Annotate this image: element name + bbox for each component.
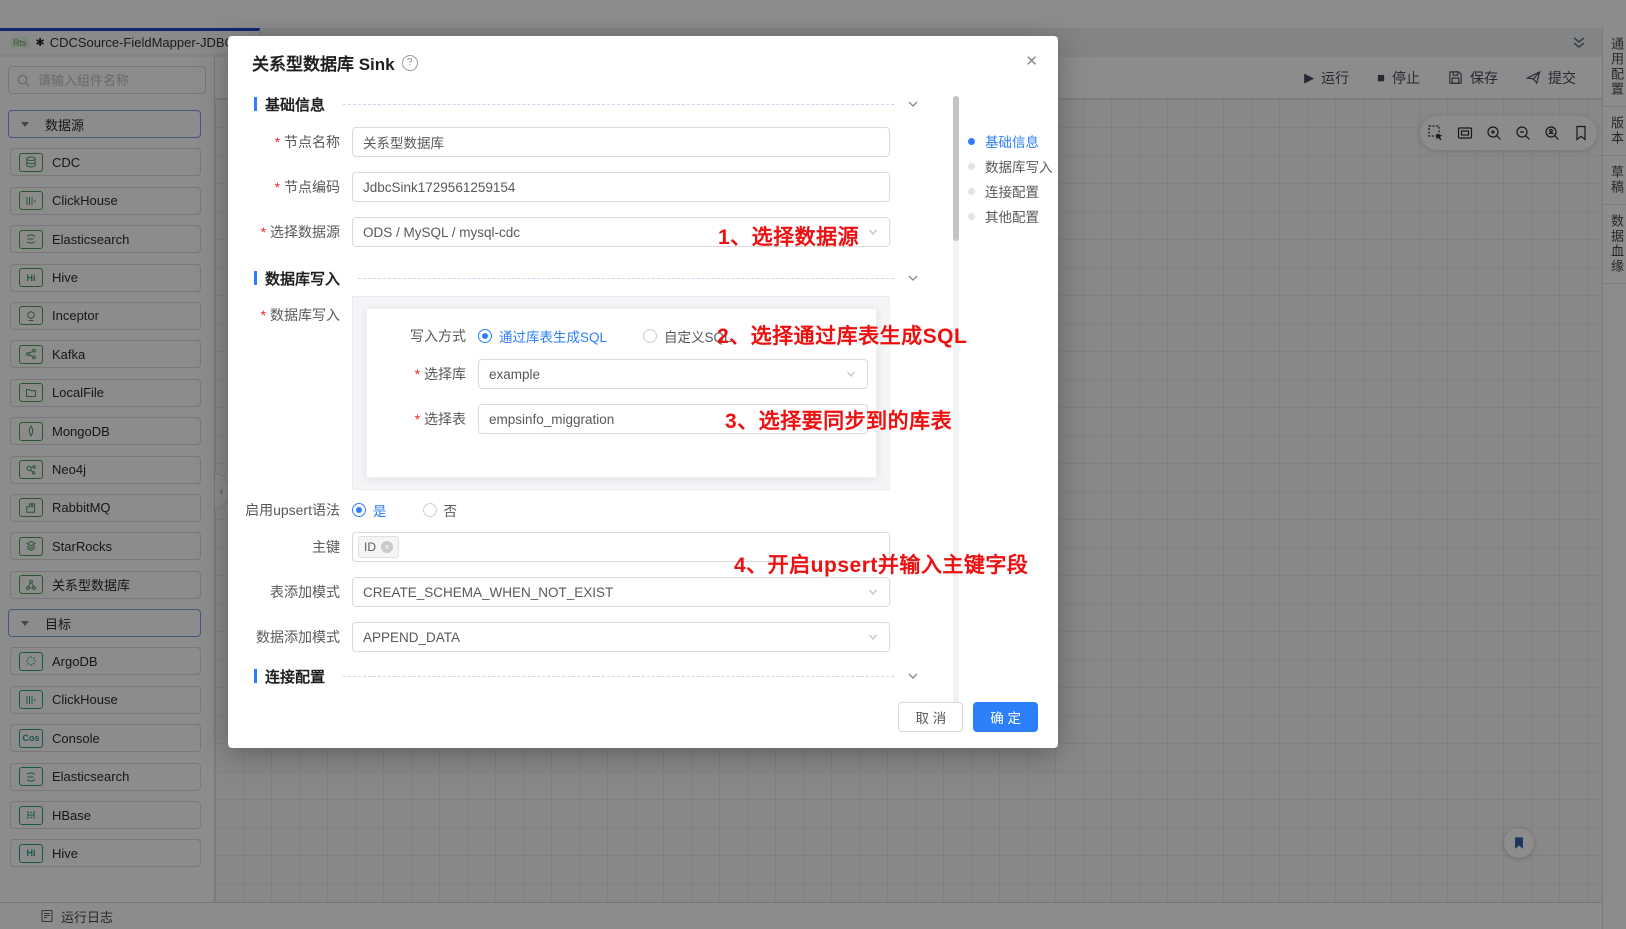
radio-custom-sql[interactable] xyxy=(643,329,657,343)
rdb-sink-dialog: 关系型数据库 Sink ? ✕ 基础信息 节点名称 关系型数据库 节点编码 Jd… xyxy=(228,36,1058,748)
annotation-step4: 4、开启upsert并输入主键字段 xyxy=(734,549,1028,579)
chevron-down-icon[interactable] xyxy=(906,271,920,285)
app-screen: Rts ✱ CDCSource-FieldMapper-JDBCSink ▶ 运… xyxy=(0,0,1626,929)
dialog-footer: 取 消 确 定 xyxy=(228,702,1038,732)
node-code-input[interactable]: JdbcSink1729561259154 xyxy=(352,172,890,202)
anchor-nav: 基础信息 数据库写入 连接配置 其他配置 xyxy=(968,131,1060,231)
help-circle-icon[interactable]: ? xyxy=(402,55,418,71)
field-write-mode: 写入方式 通过库表生成SQL 自定义SQL xyxy=(382,321,732,351)
node-name-input[interactable]: 关系型数据库 xyxy=(352,127,890,157)
anchor-basic-info[interactable]: 基础信息 xyxy=(968,131,1060,151)
section-connection: 连接配置 xyxy=(254,666,920,686)
anchor-dot xyxy=(968,138,975,145)
modal-scrollbar-thumb[interactable] xyxy=(953,96,959,241)
section-basic-info: 基础信息 xyxy=(254,94,920,114)
chevron-down-icon xyxy=(867,226,879,238)
field-table-add-mode: 表添加模式 CREATE_SCHEMA_WHEN_NOT_EXIST xyxy=(228,577,920,607)
field-select-db: 选择库 example xyxy=(382,359,868,389)
chevron-down-icon[interactable] xyxy=(906,97,920,111)
chevron-down-icon xyxy=(867,631,879,643)
section-db-write: 数据库写入 xyxy=(254,268,920,288)
field-node-name: 节点名称 关系型数据库 xyxy=(228,127,920,157)
data-add-mode-select[interactable]: APPEND_DATA xyxy=(352,622,890,652)
anchor-dot xyxy=(968,188,975,195)
annotation-step1: 1、选择数据源 xyxy=(718,221,859,251)
field-upsert: 启用upsert语法 是 否 xyxy=(228,495,920,525)
anchor-connection[interactable]: 连接配置 xyxy=(968,181,1060,201)
remove-tag-icon[interactable]: × xyxy=(381,541,393,553)
ok-button[interactable]: 确 定 xyxy=(973,702,1038,732)
close-icon[interactable]: ✕ xyxy=(1025,52,1038,70)
radio-upsert-yes[interactable] xyxy=(352,503,366,517)
chevron-down-icon xyxy=(867,586,879,598)
cancel-button[interactable]: 取 消 xyxy=(898,702,963,732)
annotation-step3: 3、选择要同步到的库表 xyxy=(725,405,952,435)
table-add-mode-select[interactable]: CREATE_SCHEMA_WHEN_NOT_EXIST xyxy=(352,577,890,607)
radio-generate-sql[interactable] xyxy=(478,329,492,343)
chevron-down-icon xyxy=(845,368,857,380)
annotation-step2: 2、选择通过库表生成SQL xyxy=(717,320,967,350)
anchor-db-write[interactable]: 数据库写入 xyxy=(968,156,1060,176)
field-node-code: 节点编码 JdbcSink1729561259154 xyxy=(228,172,920,202)
field-data-add-mode: 数据添加模式 APPEND_DATA xyxy=(228,622,920,652)
anchor-dot xyxy=(968,163,975,170)
modal-scrollbar-track[interactable] xyxy=(953,96,959,706)
database-select[interactable]: example xyxy=(478,359,868,389)
dialog-title: 关系型数据库 Sink ? xyxy=(252,50,418,75)
chevron-down-icon[interactable] xyxy=(906,669,920,683)
radio-upsert-no[interactable] xyxy=(423,503,437,517)
anchor-other[interactable]: 其他配置 xyxy=(968,206,1060,226)
primary-key-tag: ID × xyxy=(358,536,399,558)
anchor-dot xyxy=(968,213,975,220)
